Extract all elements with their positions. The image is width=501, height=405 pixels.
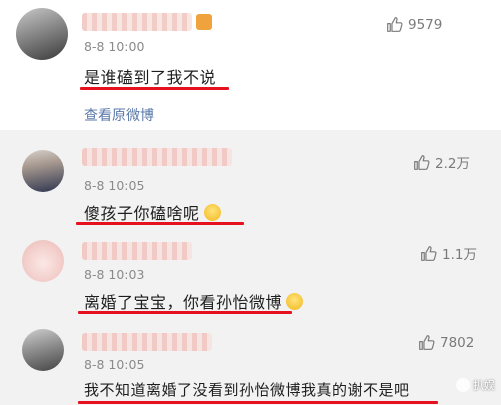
crying-emoji-icon [286,293,304,310]
avatar[interactable] [22,329,64,371]
comment-time: 8-8 10:05 [84,357,145,372]
avatar[interactable] [16,8,68,60]
highlight-underline [80,87,229,90]
like-count: 9579 [408,16,443,33]
username[interactable] [82,148,232,166]
comment-text-content: 离婚了宝宝，你看孙怡微博 [84,293,283,312]
comment-text: 离婚了宝宝，你看孙怡微博 [84,289,304,313]
thumbs-up-icon [387,17,403,32]
reply-2: 8-8 10:03 离婚了宝宝，你看孙怡微博 1.1万 [0,225,501,315]
comment-text: 我不知道离婚了没看到孙怡微博我真的谢不是吧 [84,381,410,399]
comment-text: 是谁磕到了我不说 [84,68,217,87]
slightly-smiling-emoji-icon [203,204,221,221]
view-original-weibo-link[interactable]: 查看原微博 [84,105,154,125]
highlight-underline [78,311,292,314]
like-count: 1.1万 [442,247,477,263]
reply-3: 8-8 10:05 我不知道离婚了没看到孙怡微博我真的谢不是吧 7802 [0,315,501,405]
like-button[interactable]: 7802 [418,334,474,351]
thumbs-up-icon [414,154,430,170]
thumbs-up-icon [421,245,437,261]
comment-text-content: 傻孩子你磕啥呢 [84,204,200,223]
comment-1: 8-8 10:00 是谁磕到了我不说 查看原微博 9579 [0,0,501,130]
like-button[interactable]: 2.2万 [413,152,470,172]
highlight-underline [78,401,438,404]
comment-text: 傻孩子你磕啥呢 [84,200,221,224]
username[interactable] [82,333,212,351]
watermark-text: 扒娱 [473,379,495,392]
username[interactable] [82,13,192,31]
comment-time: 8-8 10:00 [84,39,145,54]
vip-badge-icon [196,14,212,30]
avatar[interactable] [22,240,64,282]
thumbs-up-icon [419,335,435,350]
reply-1: 8-8 10:05 傻孩子你磕啥呢 2.2万 [0,130,501,225]
watermark-logo-icon [456,378,470,392]
watermark: 扒娱 [456,377,495,393]
username[interactable] [82,242,192,260]
like-button[interactable]: 9579 [386,16,442,33]
like-count: 2.2万 [435,156,470,172]
like-button[interactable]: 1.1万 [420,243,477,263]
like-count: 7802 [440,334,475,351]
comment-time: 8-8 10:03 [84,267,145,282]
avatar[interactable] [22,150,64,192]
comment-time: 8-8 10:05 [84,178,145,193]
